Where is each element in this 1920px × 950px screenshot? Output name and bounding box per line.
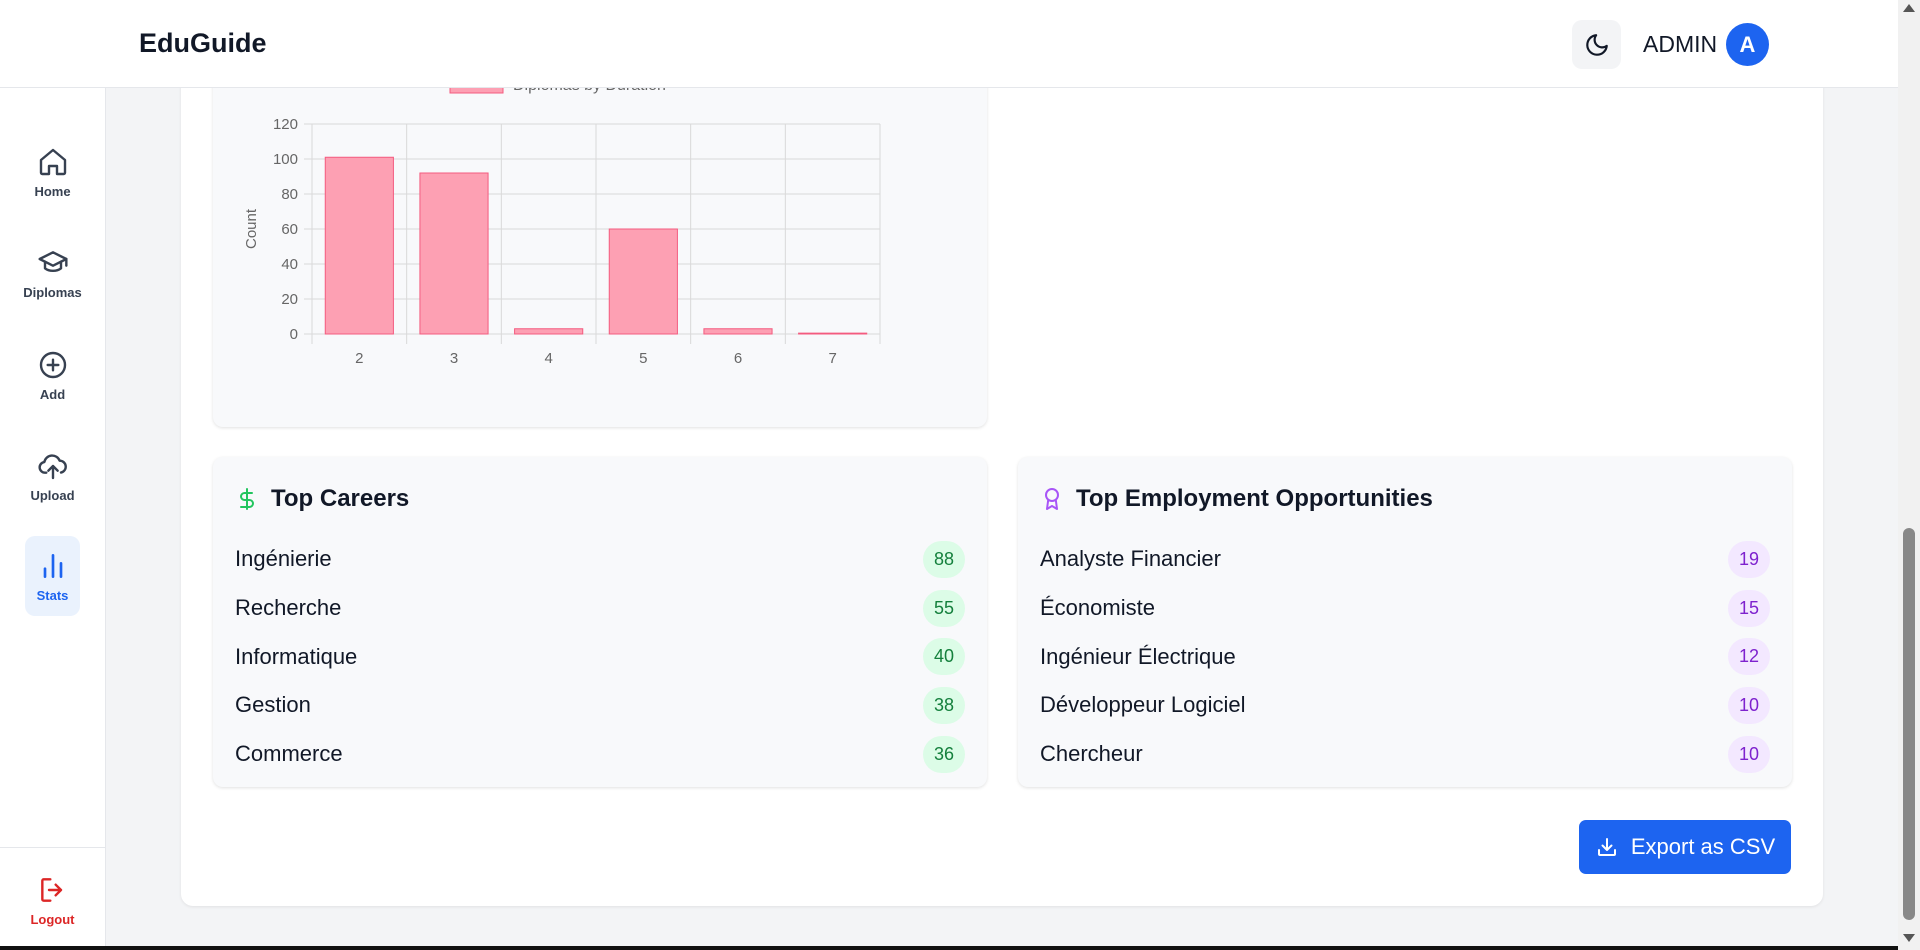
- count-badge: 12: [1728, 638, 1770, 676]
- x-tick-label: 6: [734, 350, 742, 367]
- list-item: Développeur Logiciel 10: [1040, 681, 1770, 730]
- award-icon: [1045, 488, 1059, 510]
- y-tick-label: 20: [281, 291, 298, 308]
- top-employment-card: Top Employment Opportunities Analyste Fi…: [1018, 457, 1792, 787]
- x-tick-label: 7: [828, 350, 836, 367]
- window-bottom-edge: [0, 946, 1898, 950]
- bar: [514, 328, 584, 335]
- diplomas-by-duration-chart: 020406080100120234567CountDiplomas by Du…: [243, 76, 881, 367]
- job-label: Chercheur: [1040, 741, 1143, 767]
- sidebar-item-label: Home: [34, 183, 71, 199]
- download-icon: [1597, 838, 1616, 856]
- sidebar: Home Diplomas Add Upload Stats Logout: [0, 88, 106, 950]
- list-item: Recherche 55: [235, 584, 965, 633]
- count-badge: 88: [923, 540, 965, 578]
- x-tick-label: 5: [639, 350, 647, 367]
- logout-icon: [40, 877, 62, 902]
- list-item: Analyste Financier 19: [1040, 535, 1770, 584]
- career-label: Recherche: [235, 595, 342, 621]
- top-employment-title: Top Employment Opportunities: [1076, 485, 1433, 512]
- career-label: Ingénierie: [235, 546, 332, 572]
- top-header: EduGuide ADMIN A: [0, 0, 1898, 88]
- list-item: Gestion 38: [235, 681, 965, 730]
- export-csv-button[interactable]: Export as CSV: [1579, 820, 1791, 874]
- job-label: Ingénieur Électrique: [1040, 643, 1236, 669]
- top-employment-heading: Top Employment Opportunities: [1040, 485, 1433, 513]
- page-scrollbar[interactable]: [1898, 0, 1920, 950]
- list-item: Informatique 40: [235, 632, 965, 681]
- sidebar-item-label: Upload: [30, 487, 75, 503]
- bar: [324, 156, 394, 335]
- plus-circle-icon: [39, 351, 66, 378]
- list-item: Ingénierie 88: [235, 535, 965, 584]
- duration-chart-card: 020406080100120234567CountDiplomas by Du…: [213, 60, 987, 427]
- count-badge: 36: [923, 735, 965, 773]
- scroll-up-arrow[interactable]: [1903, 4, 1915, 12]
- dollar-icon: [240, 488, 254, 510]
- sidebar-item-home[interactable]: Home: [25, 132, 80, 212]
- y-tick-label: 80: [281, 186, 298, 203]
- scroll-thumb[interactable]: [1903, 528, 1915, 920]
- y-tick-label: 40: [281, 256, 298, 273]
- top-employment-list: Analyste Financier 19 Économiste 15 Ingéni…: [1040, 535, 1770, 778]
- bar: [608, 228, 678, 335]
- sidebar-item-diplomas[interactable]: Diplomas: [23, 233, 82, 313]
- theme-toggle-button[interactable]: [1572, 20, 1621, 69]
- brand-title[interactable]: EduGuide: [139, 28, 267, 59]
- count-badge: 40: [923, 638, 965, 676]
- y-tick-label: 0: [290, 326, 298, 343]
- sidebar-item-label: Add: [39, 386, 66, 402]
- avatar[interactable]: A: [1726, 23, 1769, 66]
- y-axis-label: Count: [243, 208, 260, 249]
- x-tick-label: 2: [355, 350, 363, 367]
- sidebar-item-label: Stats: [36, 587, 69, 603]
- y-tick-label: 100: [273, 151, 298, 168]
- top-careers-title: Top Careers: [271, 485, 410, 512]
- count-badge: 10: [1728, 686, 1770, 724]
- job-label: Développeur Logiciel: [1040, 692, 1246, 718]
- x-tick-label: 4: [544, 350, 552, 367]
- list-item: Commerce 36: [235, 730, 965, 779]
- top-careers-list: Ingénierie 88 Recherche 55 Informatique 40 …: [235, 535, 965, 778]
- top-careers-heading: Top Careers: [235, 485, 409, 513]
- career-label: Gestion: [235, 692, 311, 718]
- logout-button[interactable]: Logout: [25, 860, 80, 940]
- x-tick-label: 3: [450, 350, 458, 367]
- count-badge: 19: [1728, 540, 1770, 578]
- bar: [798, 332, 868, 335]
- bar: [703, 328, 773, 335]
- count-badge: 15: [1728, 589, 1770, 627]
- logout-label: Logout: [30, 911, 75, 927]
- sidebar-divider: [0, 847, 106, 848]
- scroll-down-arrow[interactable]: [1903, 934, 1915, 942]
- count-badge: 38: [923, 686, 965, 724]
- moon-icon: [1585, 33, 1608, 56]
- list-item: Ingénieur Électrique 12: [1040, 632, 1770, 681]
- bar-chart-icon: [43, 553, 62, 578]
- user-role-label: ADMIN: [1643, 31, 1718, 57]
- top-careers-card: Top Careers Ingénierie 88 Recherche 55 Inf…: [213, 457, 987, 787]
- sidebar-item-add[interactable]: Add: [25, 335, 80, 415]
- count-badge: 55: [923, 589, 965, 627]
- sidebar-item-label: Diplomas: [23, 284, 82, 300]
- graduation-cap-icon: [37, 250, 68, 272]
- career-label: Commerce: [235, 741, 343, 767]
- y-tick-label: 60: [281, 221, 298, 238]
- y-tick-label: 120: [273, 116, 298, 133]
- list-item: Chercheur 10: [1040, 730, 1770, 779]
- cloud-upload-icon: [37, 453, 67, 479]
- export-label: Export as CSV: [1630, 834, 1776, 859]
- home-icon: [39, 148, 66, 175]
- career-label: Informatique: [235, 643, 358, 669]
- bar: [419, 172, 489, 335]
- job-label: Économiste: [1040, 595, 1155, 621]
- sidebar-item-upload[interactable]: Upload: [25, 436, 80, 516]
- job-label: Analyste Financier: [1040, 546, 1221, 572]
- sidebar-item-stats[interactable]: Stats: [25, 536, 80, 616]
- list-item: Économiste 15: [1040, 584, 1770, 633]
- count-badge: 10: [1728, 735, 1770, 773]
